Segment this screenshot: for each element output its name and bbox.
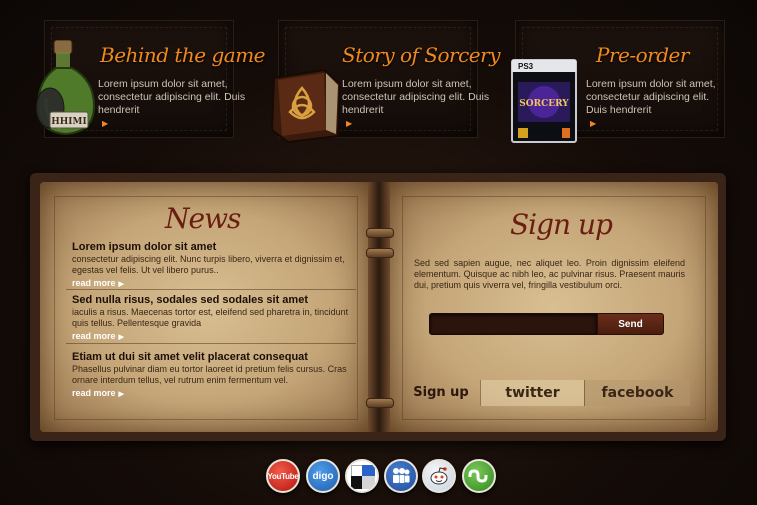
- book-ring: [366, 398, 394, 408]
- signup-email-input[interactable]: [429, 313, 597, 335]
- feature-description: Lorem ipsum dolor sit amet, consectetur …: [98, 78, 246, 128]
- divider: [66, 343, 356, 344]
- news-title: News: [165, 202, 241, 235]
- tab-facebook[interactable]: facebook: [584, 380, 690, 406]
- news-excerpt: Phasellus pulvinar diam eu tortor laoree…: [72, 364, 347, 385]
- news-item: Lorem ipsum dolor sit amet consectetur a…: [72, 241, 357, 291]
- read-more-link[interactable]: read more ▶: [72, 330, 357, 344]
- news-headline[interactable]: Sed nulla risus, sodales sed sodales sit…: [72, 294, 357, 307]
- signup-tabs: Sign up twitter facebook: [402, 380, 690, 406]
- feature-description: Lorem ipsum dolor sit amet, consectetur …: [586, 78, 716, 128]
- feature-title: Behind the game: [100, 43, 266, 67]
- potion-bottle-icon[interactable]: HHIMI: [28, 40, 104, 140]
- game-box-icon[interactable]: PS3 SORCERY: [510, 58, 578, 144]
- feature-title: Story of Sorcery: [342, 43, 501, 67]
- news-item: Sed nulla risus, sodales sed sodales sit…: [72, 294, 357, 344]
- svg-text:PS3: PS3: [518, 62, 534, 71]
- tab-twitter[interactable]: twitter: [480, 380, 584, 406]
- reddit-icon[interactable]: [422, 459, 456, 493]
- divider: [66, 289, 356, 290]
- arrow-right-icon: ▶: [118, 334, 124, 341]
- news-excerpt: iaculis a risus. Maecenas tortor est, el…: [72, 307, 349, 328]
- feature-title: Pre-order: [596, 43, 689, 67]
- arrow-right-icon[interactable]: ▶: [590, 119, 596, 128]
- signup-description: Sed sed sapien augue, nec aliquet leo. P…: [414, 258, 685, 290]
- book-spine: [368, 182, 390, 432]
- spellbook-icon[interactable]: [266, 64, 348, 144]
- news-headline[interactable]: Lorem ipsum dolor sit amet: [72, 241, 357, 254]
- arrow-right-icon: ▶: [118, 391, 124, 398]
- news-item: Etiam ut dui sit amet velit placerat con…: [72, 351, 357, 401]
- svg-text:SORCERY: SORCERY: [519, 99, 569, 109]
- book-ring: [366, 228, 394, 238]
- svg-text:HHIMI: HHIMI: [51, 117, 86, 127]
- feature-description: Lorem ipsum dolor sit amet, consectetur …: [342, 78, 490, 128]
- tab-signup[interactable]: Sign up: [402, 380, 480, 406]
- news-excerpt: consectetur adipiscing elit. Nunc turpis…: [72, 254, 345, 275]
- diigo-icon[interactable]: digo: [306, 459, 340, 493]
- signup-title: Sign up: [510, 208, 613, 241]
- stumbleupon-icon[interactable]: [462, 459, 496, 493]
- myspace-icon[interactable]: [384, 459, 418, 493]
- book-ring: [366, 248, 394, 258]
- delicious-icon[interactable]: [345, 459, 379, 493]
- news-headline[interactable]: Etiam ut dui sit amet velit placerat con…: [72, 351, 357, 364]
- arrow-right-icon: ▶: [118, 281, 124, 288]
- read-more-link[interactable]: read more ▶: [72, 387, 357, 401]
- youtube-icon[interactable]: YouTube: [266, 459, 300, 493]
- send-button[interactable]: Send: [597, 313, 664, 335]
